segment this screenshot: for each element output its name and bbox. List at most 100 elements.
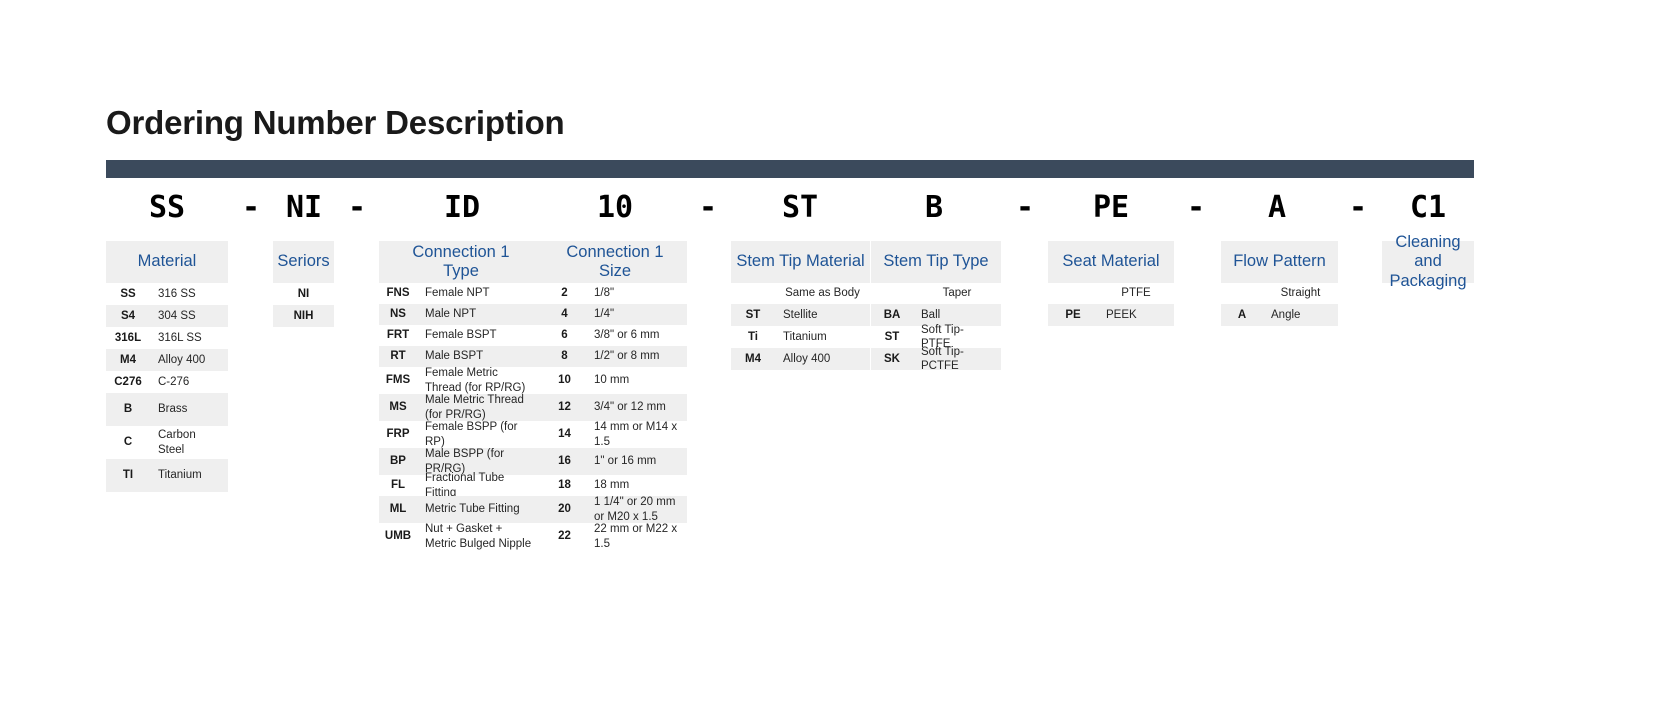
row-code: ST bbox=[871, 326, 913, 348]
table-row: NIH bbox=[273, 305, 334, 327]
table-row: SK Soft Tip-PCTFE bbox=[871, 346, 1001, 372]
order-code-separator-4: - bbox=[1015, 190, 1035, 225]
order-code-token-1: SS bbox=[148, 190, 186, 225]
row-description: 316L SS bbox=[150, 327, 228, 349]
column-header-seriors: Seriors bbox=[273, 241, 334, 283]
column-header-stemtiptype: Stem Tip Type bbox=[871, 241, 1001, 283]
row-description: Male Metric Thread (for PR/RG) bbox=[417, 394, 543, 421]
row-description: 14 mm or M14 x 1.5 bbox=[586, 421, 687, 448]
row-code: Ti bbox=[731, 326, 775, 348]
row-code: ML bbox=[379, 496, 417, 523]
table-row: RT Male BSPT bbox=[379, 346, 543, 367]
order-code-separator-3: - bbox=[698, 190, 718, 225]
row-code: RT bbox=[379, 346, 417, 367]
table-row: Straight bbox=[1221, 283, 1338, 304]
table-row: ST Stellite bbox=[731, 304, 870, 326]
column-group-connection1size: Connection 1 Size 2 1/8" 4 1/4" 6 3/8" or 6 mm 8… bbox=[543, 241, 687, 550]
row-code: SS bbox=[106, 283, 150, 305]
column-header-cleaningandpackaging: Cleaning and Packaging bbox=[1382, 233, 1474, 290]
column-header-line-1: Cleaning and bbox=[1395, 232, 1461, 271]
column-header-line-1: Connection 1 bbox=[566, 242, 664, 261]
row-description: 10 mm bbox=[586, 367, 687, 394]
column-rows-stemtiptype: Taper BA Ball ST Soft Tip-PTFE SK Soft Tip-PCT… bbox=[871, 283, 1001, 372]
row-description: Soft Tip-PCTFE bbox=[913, 346, 1001, 372]
table-row: NI bbox=[273, 283, 334, 305]
row-description: Female BSPT bbox=[417, 325, 543, 346]
row-code: 20 bbox=[543, 496, 586, 523]
row-code: 8 bbox=[543, 346, 586, 367]
column-rows-material: SS 316 SS S4 304 SS 316L 316L SS M4 Alloy 400 C2… bbox=[106, 283, 228, 492]
row-code: TI bbox=[106, 459, 150, 492]
row-description: 1/2" or 8 mm bbox=[586, 346, 687, 367]
column-header-text: Seat Material bbox=[1062, 252, 1160, 271]
page-title: Ordering Number Description bbox=[106, 104, 565, 141]
row-code: 22 bbox=[543, 523, 586, 550]
row-code: FMS bbox=[379, 367, 417, 394]
column-header-stemtipmaterial: Stem Tip Material bbox=[731, 241, 870, 283]
column-header-flowpattern: Flow Pattern bbox=[1221, 241, 1338, 283]
order-code-token-4: 10 bbox=[596, 190, 634, 225]
row-code: S4 bbox=[106, 305, 150, 327]
table-row: PTFE bbox=[1048, 283, 1174, 304]
order-code-token-5: ST bbox=[781, 190, 819, 225]
table-row: FMS Female Metric Thread (for RP/RG) bbox=[379, 367, 543, 394]
row-description: Angle bbox=[1263, 304, 1338, 326]
table-row: FL Fractional Tube Fitting bbox=[379, 472, 543, 499]
row-description: 3/4" or 12 mm bbox=[586, 394, 687, 421]
row-code: ST bbox=[731, 304, 775, 326]
column-rows-flowpattern: Straight A Angle bbox=[1221, 283, 1338, 326]
column-header-connection1size: Connection 1 Size bbox=[543, 241, 687, 283]
row-code bbox=[871, 283, 913, 304]
row-description: PTFE bbox=[1121, 287, 1151, 300]
row-description: 1" or 16 mm bbox=[586, 448, 687, 475]
table-row: A Angle bbox=[1221, 304, 1338, 326]
row-code: BP bbox=[379, 448, 417, 475]
order-code-token-6: B bbox=[924, 190, 944, 225]
row-description: Fractional Tube Fitting bbox=[417, 472, 543, 499]
row-description: 1 1/4" or 20 mm or M20 x 1.5 bbox=[586, 496, 687, 523]
row-description: 22 mm or M22 x 1.5 bbox=[586, 523, 687, 550]
column-header-text: Material bbox=[137, 252, 197, 271]
table-row: ML Metric Tube Fitting bbox=[379, 496, 543, 523]
row-code: 2 bbox=[543, 283, 586, 304]
order-code-token-9: C1 bbox=[1409, 190, 1447, 225]
row-code: FRP bbox=[379, 421, 417, 448]
column-header-line-2: Size bbox=[598, 262, 632, 280]
table-row: 16 1" or 16 mm bbox=[543, 448, 687, 475]
table-row: 14 14 mm or M14 x 1.5 bbox=[543, 421, 687, 448]
row-code: NIH bbox=[273, 305, 334, 327]
order-code-separator-2: - bbox=[347, 190, 367, 225]
row-code: PE bbox=[1048, 304, 1098, 326]
row-description: Female Metric Thread (for RP/RG) bbox=[417, 367, 543, 394]
table-row: 4 1/4" bbox=[543, 304, 687, 325]
table-row: 8 1/2" or 8 mm bbox=[543, 346, 687, 367]
row-code: A bbox=[1221, 304, 1263, 326]
row-description: 316 SS bbox=[150, 283, 228, 305]
order-code-token-7: PE bbox=[1092, 190, 1130, 225]
column-rows-connection1size: 2 1/8" 4 1/4" 6 3/8" or 6 mm 8 1/2" or 8 mm 10 10… bbox=[543, 283, 687, 550]
row-code: 316L bbox=[106, 327, 150, 349]
row-code: 4 bbox=[543, 304, 586, 325]
table-row: TI Titanium bbox=[106, 459, 228, 492]
row-code: 12 bbox=[543, 394, 586, 421]
row-description: Alloy 400 bbox=[150, 349, 228, 371]
row-description: C-276 bbox=[150, 371, 228, 393]
row-code: M4 bbox=[106, 349, 150, 371]
table-row: 2 1/8" bbox=[543, 283, 687, 304]
table-row: SS 316 SS bbox=[106, 283, 228, 305]
row-code: 16 bbox=[543, 448, 586, 475]
column-header-text: Stem Tip Material bbox=[736, 252, 865, 271]
table-row: FNS Female NPT bbox=[379, 283, 543, 304]
table-row: S4 304 SS bbox=[106, 305, 228, 327]
column-header-text: Cleaning and Packaging bbox=[1386, 233, 1470, 291]
table-row: PE PEEK bbox=[1048, 304, 1174, 326]
row-code: B bbox=[106, 393, 150, 426]
row-description: Nut + Gasket + Metric Bulged Nipple bbox=[417, 523, 543, 550]
row-description: Taper bbox=[942, 287, 972, 300]
row-description: Female NPT bbox=[417, 283, 543, 304]
column-rows-seatmaterial: PTFE PE PEEK bbox=[1048, 283, 1174, 326]
table-row: C276 C-276 bbox=[106, 371, 228, 393]
row-code bbox=[1048, 283, 1098, 304]
table-row: 20 1 1/4" or 20 mm or M20 x 1.5 bbox=[543, 496, 687, 523]
column-header-text: Seriors bbox=[277, 252, 330, 271]
